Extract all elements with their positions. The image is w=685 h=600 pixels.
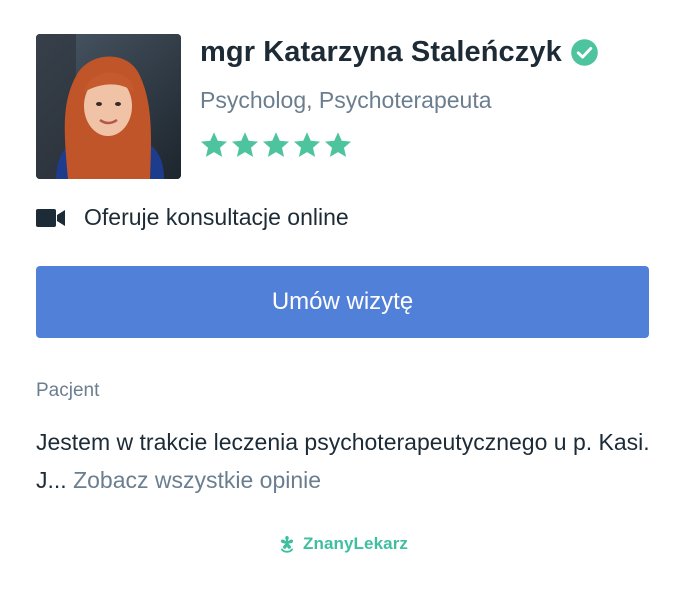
video-camera-icon — [36, 208, 65, 227]
see-all-reviews-link[interactable]: Zobacz wszystkie opinie — [73, 467, 321, 493]
star-icon — [325, 132, 351, 157]
star-icon — [201, 132, 227, 157]
rating-stars — [199, 130, 353, 160]
book-visit-button[interactable]: Umów wizytę — [36, 266, 649, 338]
online-consultation-label: Oferuje konsultacje online — [84, 204, 349, 230]
doctor-avatar[interactable] — [36, 34, 181, 179]
review-author: Pacjent — [36, 380, 100, 401]
doctor-specialty: Psycholog, Psychoterapeuta — [200, 87, 492, 113]
doctor-name-row: mgr Katarzyna Staleńczyk — [200, 36, 599, 69]
star-icon — [232, 132, 258, 157]
review-text-block: Jestem w trakcie leczenia psychoterapeut… — [36, 423, 656, 499]
brand-logo[interactable]: ZnanyLekarz — [277, 534, 408, 554]
brand-name: ZnanyLekarz — [303, 534, 409, 553]
znanylekarz-logo-icon — [280, 536, 294, 553]
star-icon — [263, 132, 289, 157]
doctor-name[interactable]: mgr Katarzyna Staleńczyk — [200, 36, 562, 69]
doctor-widget-card: mgr Katarzyna Staleńczyk Psycholog, Psyc… — [0, 0, 685, 600]
verified-check-icon — [571, 39, 598, 66]
star-icon — [294, 132, 320, 157]
online-consultation-row: Oferuje konsultacje online — [36, 204, 349, 231]
